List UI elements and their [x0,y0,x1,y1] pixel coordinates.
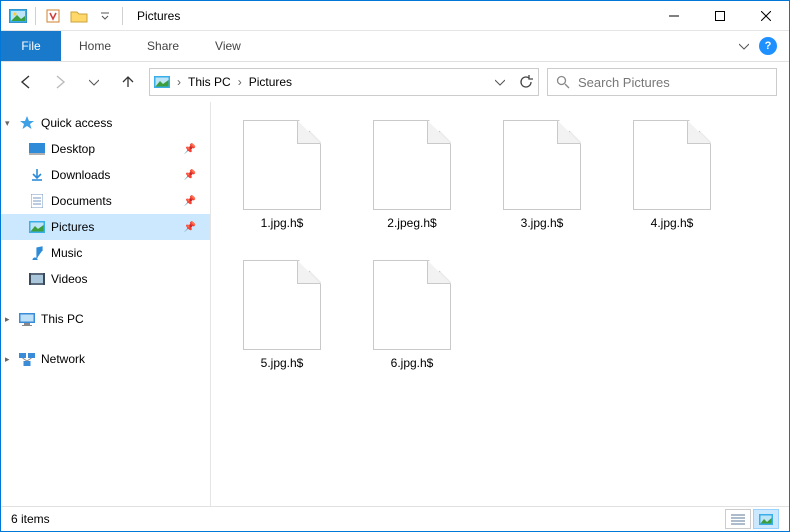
file-item[interactable]: 6.jpg.h$ [347,256,477,396]
separator [122,7,123,25]
status-bar: 6 items [1,506,789,531]
sidebar-item-label: Desktop [51,142,95,156]
sidebar-item-label: Downloads [51,168,110,182]
file-icon [503,120,581,210]
sidebar-item-documents[interactable]: Documents 📌 [1,188,210,214]
file-name: 5.jpg.h$ [261,356,304,370]
search-box[interactable] [547,68,777,96]
network-icon [19,351,35,367]
file-item[interactable]: 4.jpg.h$ [607,116,737,256]
file-item[interactable]: 3.jpg.h$ [477,116,607,256]
sidebar-network[interactable]: ▸ Network [1,346,210,372]
back-button[interactable] [13,69,39,95]
tab-home[interactable]: Home [61,31,129,61]
tab-view[interactable]: View [197,31,259,61]
file-name: 2.jpeg.h$ [387,216,436,230]
tab-share[interactable]: Share [129,31,197,61]
file-icon [633,120,711,210]
expander-icon[interactable]: ▸ [5,354,10,365]
address-bar[interactable]: › This PC › Pictures [149,68,539,96]
sidebar-quick-access[interactable]: ▾ Quick access [1,110,210,136]
location-icon [150,76,174,88]
file-item[interactable]: 2.jpeg.h$ [347,116,477,256]
file-item[interactable]: 1.jpg.h$ [217,116,347,256]
pictures-library-icon [7,5,29,27]
file-item[interactable]: 5.jpg.h$ [217,256,347,396]
forward-button[interactable] [47,69,73,95]
ribbon-expand-icon[interactable] [739,41,749,51]
separator [35,7,36,25]
file-name: 1.jpg.h$ [261,216,304,230]
pin-icon: 📌 [184,196,196,207]
file-name: 4.jpg.h$ [651,216,694,230]
sidebar-item-music[interactable]: Music [1,240,210,266]
sidebar-item-videos[interactable]: Videos [1,266,210,292]
downloads-icon [29,167,45,183]
breadcrumb-pictures[interactable]: Pictures [245,69,296,95]
sidebar-item-label: Documents [51,194,112,208]
chevron-right-icon[interactable]: › [235,75,245,89]
sidebar-item-label: Videos [51,272,87,286]
new-folder-icon[interactable] [68,5,90,27]
details-view-button[interactable] [725,509,751,529]
expander-icon[interactable]: ▾ [5,118,10,129]
desktop-icon [29,141,45,157]
help-icon[interactable]: ? [759,37,777,55]
expander-icon[interactable]: ▸ [5,314,10,325]
pin-icon: 📌 [184,170,196,181]
window-title: Pictures [131,9,180,23]
window-controls [651,1,789,31]
sidebar-item-pictures[interactable]: Pictures 📌 [1,214,210,240]
minimize-button[interactable] [651,1,697,31]
file-name: 6.jpg.h$ [391,356,434,370]
recent-locations-button[interactable] [81,69,107,95]
title-bar: Pictures [1,1,789,31]
quick-access-toolbar [1,5,131,27]
navigation-bar: › This PC › Pictures [1,62,789,102]
close-button[interactable] [743,1,789,31]
chevron-right-icon[interactable]: › [174,75,184,89]
breadcrumb-this-pc[interactable]: This PC [184,69,235,95]
address-dropdown-icon[interactable] [486,69,512,95]
file-icon [373,120,451,210]
search-icon [556,75,570,89]
sidebar-item-downloads[interactable]: Downloads 📌 [1,162,210,188]
refresh-button[interactable] [512,69,538,95]
file-name: 3.jpg.h$ [521,216,564,230]
qat-dropdown-icon[interactable] [94,5,116,27]
videos-icon [29,271,45,287]
file-list[interactable]: 1.jpg.h$ 2.jpeg.h$ 3.jpg.h$ 4.jpg.h$ 5.j… [211,102,789,506]
maximize-button[interactable] [697,1,743,31]
search-input[interactable] [578,75,768,90]
up-button[interactable] [115,69,141,95]
file-icon [243,260,321,350]
ribbon-tabs: File Home Share View ? [1,31,789,62]
file-icon [373,260,451,350]
tab-file[interactable]: File [1,31,61,61]
this-pc-icon [19,311,35,327]
sidebar-item-label: This PC [41,312,84,326]
sidebar-item-label: Pictures [51,220,94,234]
item-count: 6 items [11,512,50,526]
properties-icon[interactable] [42,5,64,27]
file-icon [243,120,321,210]
pin-icon: 📌 [184,222,196,233]
sidebar-item-label: Music [51,246,82,260]
sidebar-item-desktop[interactable]: Desktop 📌 [1,136,210,162]
sidebar-this-pc[interactable]: ▸ This PC [1,306,210,332]
pin-icon: 📌 [184,144,196,155]
documents-icon [29,193,45,209]
star-icon [19,115,35,131]
music-icon [29,245,45,261]
sidebar-item-label: Quick access [41,116,112,130]
pictures-icon [29,219,45,235]
sidebar-item-label: Network [41,352,85,366]
thumbnails-view-button[interactable] [753,509,779,529]
navigation-pane: ▾ Quick access Desktop 📌 Downloads 📌 Doc… [1,102,211,506]
